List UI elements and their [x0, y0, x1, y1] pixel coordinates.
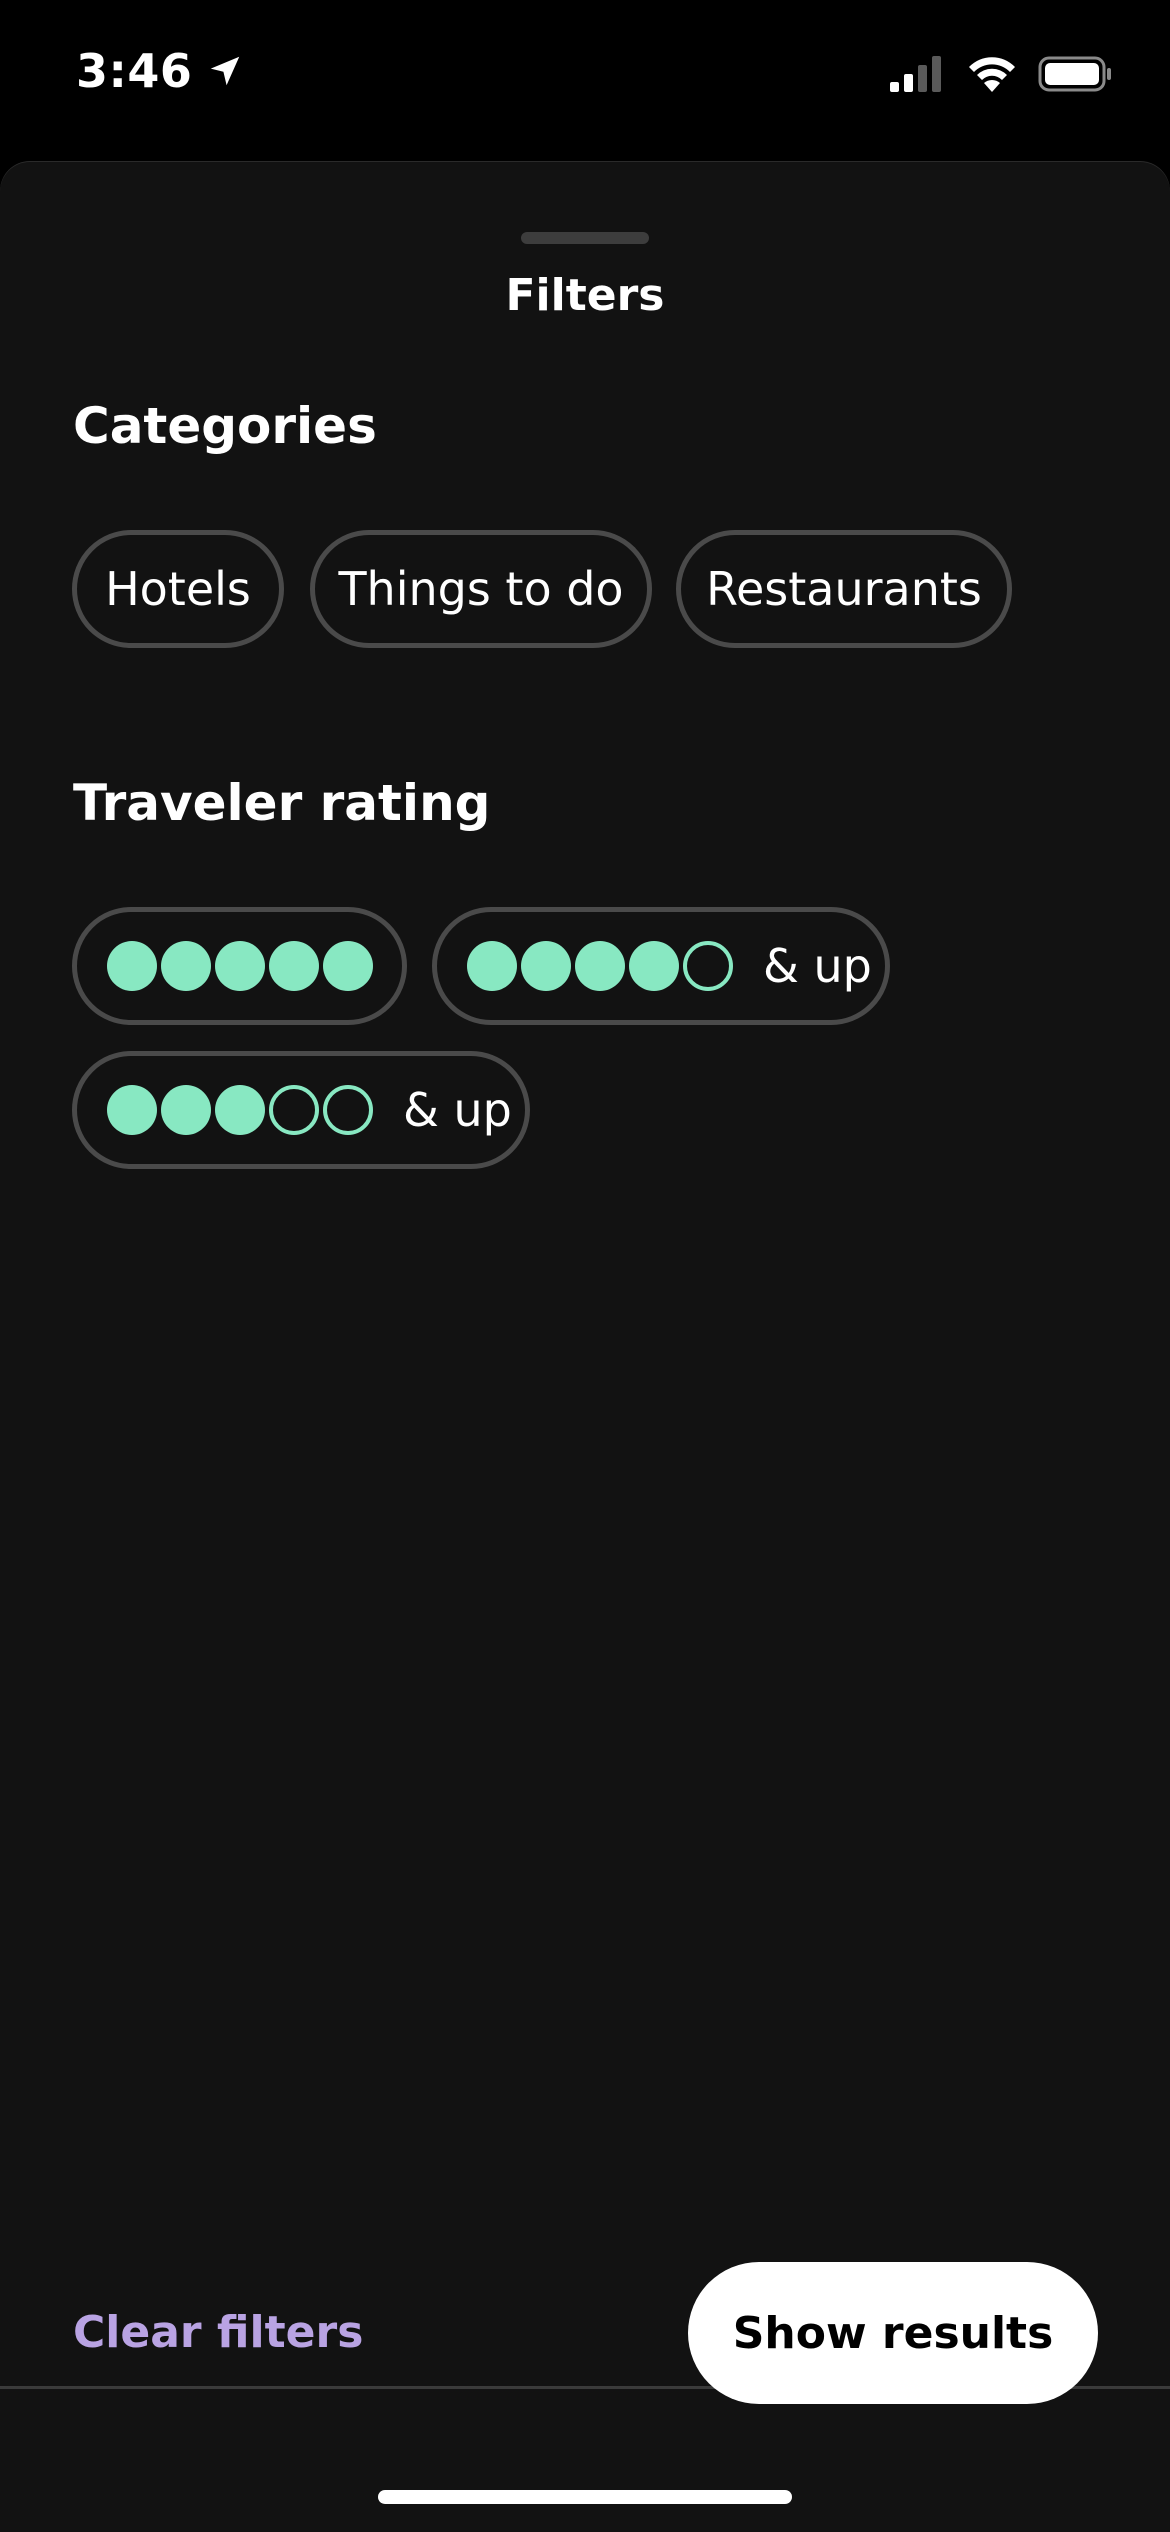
rating-bubbles: [107, 1085, 377, 1135]
category-chip-hotels[interactable]: Hotels: [72, 530, 284, 648]
empty-bubble-icon: [269, 1085, 319, 1135]
filled-bubble-icon: [521, 941, 571, 991]
rating-bubbles: [467, 941, 737, 991]
status-time-text: 3:46: [76, 44, 193, 98]
filled-bubble-icon: [107, 941, 157, 991]
rating-chip-4-and-up[interactable]: & up: [432, 907, 890, 1025]
battery-icon: [1038, 56, 1111, 92]
status-bar: 3:46: [0, 0, 1170, 160]
categories-heading: Categories: [73, 397, 377, 455]
clear-filters-link[interactable]: Clear filters: [73, 2307, 363, 2358]
rating-chip-5[interactable]: [72, 907, 407, 1025]
show-results-button[interactable]: Show results: [688, 2262, 1098, 2404]
rating-chip-3-and-up[interactable]: & up: [72, 1051, 530, 1169]
filled-bubble-icon: [323, 941, 373, 991]
category-chip-restaurants[interactable]: Restaurants: [676, 530, 1012, 648]
filled-bubble-icon: [269, 941, 319, 991]
empty-bubble-icon: [683, 941, 733, 991]
filled-bubble-icon: [161, 1085, 211, 1135]
filled-bubble-icon: [629, 941, 679, 991]
filled-bubble-icon: [467, 941, 517, 991]
filled-bubble-icon: [215, 1085, 265, 1135]
status-indicators: [888, 54, 1114, 94]
filters-sheet: Filters Categories Hotels Things to do R…: [0, 162, 1170, 2532]
filled-bubble-icon: [161, 941, 211, 991]
filled-bubble-icon: [107, 1085, 157, 1135]
sheet-title: Filters: [505, 270, 665, 321]
rating-suffix: & up: [763, 939, 872, 993]
traveler-rating-heading: Traveler rating: [73, 774, 491, 832]
rating-bubbles: [107, 941, 377, 991]
cellular-signal-icon: [890, 56, 941, 92]
sheet-grabber[interactable]: [521, 232, 649, 244]
status-time: 3:46: [76, 44, 244, 98]
wifi-icon: [969, 57, 1015, 92]
rating-suffix: & up: [403, 1083, 512, 1137]
filled-bubble-icon: [215, 941, 265, 991]
filled-bubble-icon: [575, 941, 625, 991]
location-arrow-icon: [211, 56, 240, 86]
category-chip-things-to-do[interactable]: Things to do: [310, 530, 652, 648]
empty-bubble-icon: [323, 1085, 373, 1135]
home-indicator: [378, 2490, 792, 2504]
